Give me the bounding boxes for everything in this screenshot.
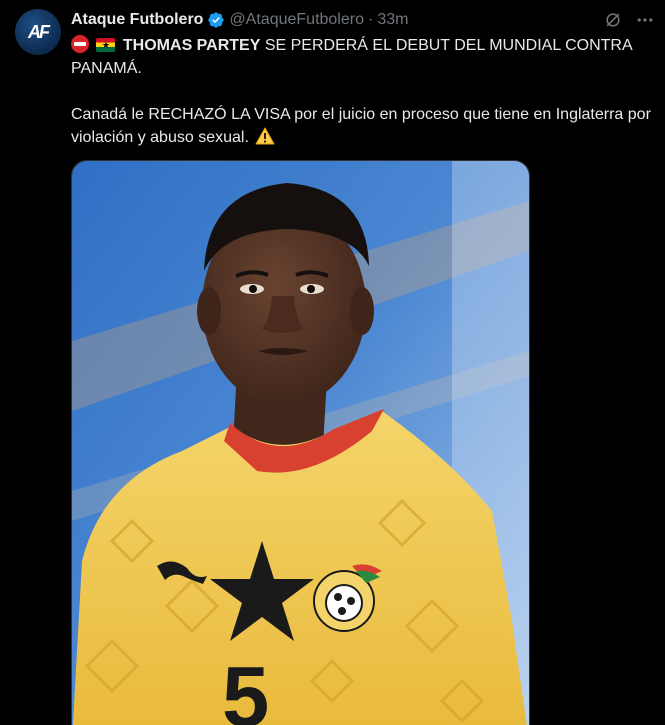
handle[interactable]: @AtaqueFutbolero: [229, 11, 364, 29]
timestamp[interactable]: 33m: [377, 11, 408, 29]
more-options-icon[interactable]: [632, 8, 658, 32]
jersey-number: 5: [222, 650, 269, 725]
separator-dot: ·: [367, 11, 374, 28]
tweet-paragraph-2: Canadá le RECHAZÓ LA VISA por el juicio …: [71, 103, 651, 152]
tweet-body: Canadá le RECHAZÓ LA VISA por el juicio …: [71, 106, 651, 146]
tweet-header: Ataque Futbolero @AtaqueFutbolero · 33m: [71, 9, 408, 31]
tweet-media-photo[interactable]: 5: [71, 160, 530, 725]
avatar-logo-text: AF: [28, 21, 50, 42]
tweet[interactable]: AF Ataque Futbolero @AtaqueFutbolero · 3…: [0, 0, 665, 725]
player-photo: 5: [72, 161, 529, 725]
warning-emoji: [255, 127, 275, 152]
verified-badge-icon[interactable]: [207, 11, 225, 29]
grok-icon[interactable]: [601, 8, 625, 32]
no-entry-emoji: [71, 35, 89, 53]
tweet-paragraph-1: THOMAS PARTEY SE PERDERÁ EL DEBUT DEL MU…: [71, 34, 651, 80]
avatar[interactable]: AF: [15, 9, 61, 55]
ghana-flag-emoji: [96, 38, 116, 52]
player-name: THOMAS PARTEY: [122, 37, 261, 54]
tweet-text: THOMAS PARTEY SE PERDERÁ EL DEBUT DEL MU…: [71, 34, 651, 152]
display-name[interactable]: Ataque Futbolero: [71, 11, 203, 29]
